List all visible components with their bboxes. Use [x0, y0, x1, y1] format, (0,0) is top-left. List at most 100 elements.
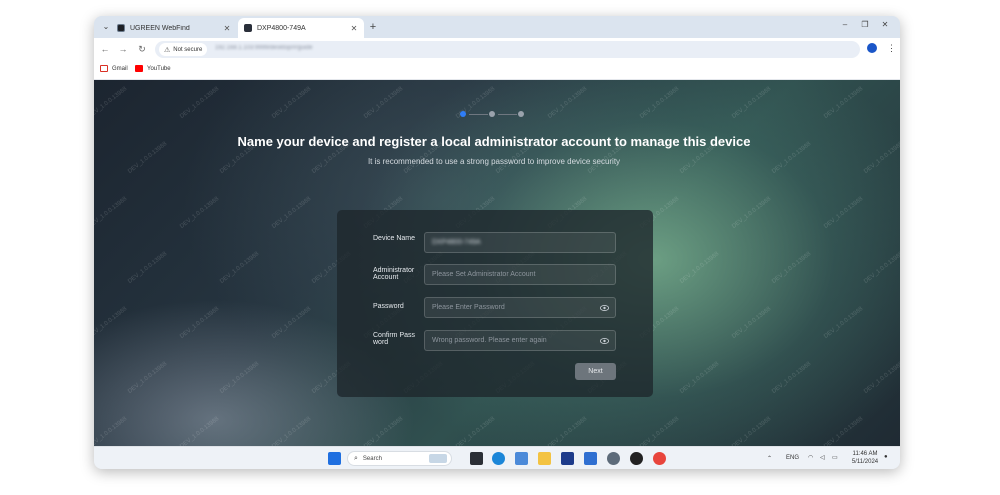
step-connector: [498, 113, 517, 115]
search-label: Search: [362, 455, 382, 462]
language-indicator[interactable]: ENG: [786, 455, 799, 461]
volume-icon[interactable]: ◁: [820, 454, 825, 461]
admin-account-field[interactable]: Please Set Administrator Account: [424, 264, 616, 285]
watermark-text: DEV_1.0.0.13988: [94, 196, 129, 230]
password-field[interactable]: Please Enter Password: [424, 297, 616, 318]
watermark-text: DEV_1.0.0.13988: [639, 416, 681, 446]
tab-ugreen-webfind[interactable]: UGREEN WebFind ✕: [111, 18, 237, 38]
settings-icon[interactable]: [607, 452, 620, 465]
admin-account-placeholder: Please Set Administrator Account: [432, 271, 536, 278]
page-subtitle: It is recommended to use a strong passwo…: [367, 157, 621, 166]
step-dot: [518, 111, 524, 117]
clock-time: 11:46 AM: [852, 451, 878, 457]
watermark-text: DEV_1.0.0.13988: [271, 306, 313, 340]
page-title: Name your device and register a local ad…: [237, 134, 751, 149]
watermark-text: DEV_1.0.0.13988: [127, 361, 169, 395]
menu-kebab-icon[interactable]: ⋮: [887, 43, 896, 54]
reload-icon[interactable]: ↻: [136, 43, 148, 55]
password-placeholder: Please Enter Password: [432, 304, 505, 311]
security-chip[interactable]: ⚠ Not secure: [159, 43, 208, 56]
watermark-text: DEV_1.0.0.13988: [179, 86, 221, 120]
tab-title: UGREEN WebFind: [130, 24, 190, 32]
device-name-field[interactable]: DXP4800-749A: [424, 232, 616, 253]
watermark-text: DEV_1.0.0.13988: [127, 251, 169, 285]
step-dot: [489, 111, 495, 117]
watermark-text: DEV_1.0.0.13988: [863, 361, 900, 395]
pinned-app-icon[interactable]: [515, 452, 528, 465]
password-label: Password: [373, 303, 404, 310]
admin-account-label: Administrator Account: [373, 267, 415, 281]
show-confirm-password-eye-icon[interactable]: [600, 337, 609, 345]
watermark-text: DEV_1.0.0.13988: [219, 361, 261, 395]
clock[interactable]: 11:46 AM 5/11/2024: [847, 450, 883, 466]
new-tab-button[interactable]: +: [366, 19, 380, 35]
watermark-text: DEV_1.0.0.13988: [863, 251, 900, 285]
windows-taskbar: ⌕ Search ⌃ ENG ◠ ◁ ▭ 11:46 AM 5/11/2024 …: [94, 446, 900, 469]
back-icon[interactable]: ←: [99, 43, 111, 55]
setup-stepper: [460, 111, 524, 117]
close-tab-icon[interactable]: ✕: [221, 24, 233, 33]
watermark-text: DEV_1.0.0.13988: [219, 251, 261, 285]
watermark-text: DEV_1.0.0.13988: [271, 196, 313, 230]
bookmark-label: YouTube: [147, 65, 171, 72]
taskbar-search[interactable]: ⌕ Search: [347, 451, 452, 466]
forward-icon[interactable]: →: [117, 43, 129, 55]
watermark-text: DEV_1.0.0.13988: [363, 416, 405, 446]
gmail-icon: [100, 65, 108, 72]
pinned-app-icon[interactable]: [630, 452, 643, 465]
url-text[interactable]: 192.168.1.103:9999/desktop/#/guide: [215, 45, 335, 54]
watermark-text: DEV_1.0.0.13988: [179, 306, 221, 340]
tray-chevron-icon[interactable]: ⌃: [767, 455, 772, 462]
bookmark-gmail[interactable]: Gmail: [100, 65, 128, 72]
chrome-icon[interactable]: [653, 452, 666, 465]
watermark-text: DEV_1.0.0.13988: [547, 86, 589, 120]
watermark-text: DEV_1.0.0.13988: [94, 306, 129, 340]
watermark-text: DEV_1.0.0.13988: [823, 86, 865, 120]
watermark-text: DEV_1.0.0.13988: [731, 86, 773, 120]
show-password-eye-icon[interactable]: [600, 304, 609, 312]
battery-icon[interactable]: ▭: [832, 454, 838, 461]
close-window-icon[interactable]: ✕: [878, 20, 892, 29]
watermark-text: DEV_1.0.0.13988: [679, 251, 721, 285]
tab-device[interactable]: DXP4800-749A ✕: [238, 18, 364, 38]
device-name-label: Device Name: [373, 235, 416, 242]
address-bar[interactable]: ⚠ Not secure 192.168.1.103:9999/desktop/…: [155, 41, 860, 58]
restore-icon[interactable]: ❐: [858, 20, 872, 29]
watermark-text: DEV_1.0.0.13988: [823, 306, 865, 340]
edge-icon[interactable]: [492, 452, 505, 465]
watermark-text: DEV_1.0.0.13988: [547, 416, 589, 446]
nas-favicon-icon: [244, 24, 252, 32]
step-dot: [460, 111, 466, 117]
watermark-text: DEV_1.0.0.13988: [271, 86, 313, 120]
browser-toolbar: ← → ↻ ⚠ Not secure 192.168.1.103:9999/de…: [94, 38, 900, 61]
setup-form: Device Name DXP4800-749A Administrator A…: [337, 210, 653, 397]
minimize-icon[interactable]: –: [838, 20, 852, 29]
windows-start-icon[interactable]: [328, 452, 341, 465]
bookmark-youtube[interactable]: YouTube: [135, 65, 171, 72]
wifi-icon[interactable]: ◠: [808, 454, 813, 461]
watermark-text: DEV_1.0.0.13988: [179, 416, 221, 446]
watermark-text: DEV_1.0.0.13988: [94, 86, 129, 120]
confirm-password-label: Confirm Password: [373, 332, 416, 346]
tab-strip: ⌄ UGREEN WebFind ✕ DXP4800-749A ✕ + – ❐ …: [94, 16, 900, 38]
confirm-password-field[interactable]: Wrong password. Please enter again: [424, 330, 616, 351]
profile-icon[interactable]: [867, 43, 877, 53]
next-button[interactable]: Next: [575, 363, 616, 380]
watermark-text: DEV_1.0.0.13988: [771, 361, 813, 395]
browser-window: ⌄ UGREEN WebFind ✕ DXP4800-749A ✕ + – ❐ …: [94, 16, 900, 469]
close-tab-icon[interactable]: ✕: [348, 24, 360, 33]
watermark-text: DEV_1.0.0.13988: [271, 416, 313, 446]
store-icon[interactable]: [561, 452, 574, 465]
watermark-text: DEV_1.0.0.13988: [731, 416, 773, 446]
watermark-text: DEV_1.0.0.13988: [731, 196, 773, 230]
task-view-icon[interactable]: [470, 452, 483, 465]
watermark-text: DEV_1.0.0.13988: [639, 86, 681, 120]
ugreen-favicon-icon: [117, 24, 125, 32]
search-highlight-icon: [429, 454, 447, 463]
mail-icon[interactable]: [584, 452, 597, 465]
security-label: Not secure: [173, 46, 203, 53]
notification-bell-icon[interactable]: ●: [884, 454, 888, 460]
bookmarks-bar: Gmail YouTube: [94, 61, 900, 80]
watermark-text: DEV_1.0.0.13988: [94, 416, 129, 446]
file-explorer-icon[interactable]: [538, 452, 551, 465]
